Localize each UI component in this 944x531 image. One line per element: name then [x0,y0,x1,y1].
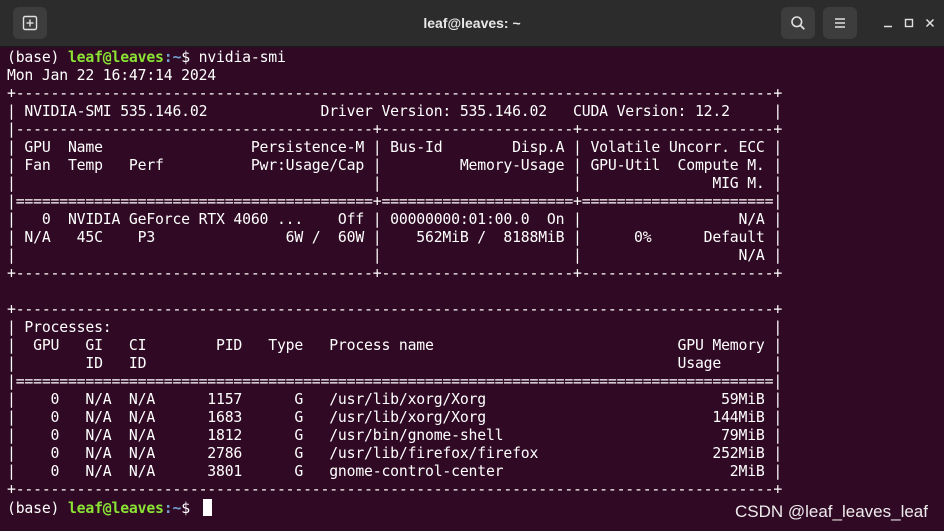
output-line: |=======================================… [7,373,783,390]
output-line: | 0 N/A N/A 1683 G /usr/lib/xorg/Xorg 14… [7,409,783,426]
output-line: | 0 N/A N/A 3801 G gnome-control-center … [7,463,783,480]
maximize-icon [904,18,914,28]
output-line: | NVIDIA-SMI 535.146.02 Driver Version: … [7,103,783,120]
new-tab-button[interactable] [13,7,47,39]
output-line: |---------------------------------------… [7,121,783,138]
prompt-symbol: $ [181,49,199,66]
output-line: | Processes: | [7,319,783,336]
output-line: | GPU Name Persistence-M | Bus-Id Disp.A… [7,139,783,156]
menu-button[interactable] [823,7,857,39]
new-tab-icon [22,15,38,31]
prompt-line-current: (base) leaf@leaves:~$ [7,499,782,517]
output-line: | 0 N/A N/A 1157 G /usr/lib/xorg/Xorg 59… [7,391,783,408]
close-icon [925,18,935,28]
command-text: nvidia-smi [198,49,286,66]
title-bar: leaf@leaves: ~ [0,0,944,47]
prompt-path: :~ [163,500,182,517]
output-line: | 0 N/A N/A 2786 G /usr/lib/firefox/fire… [7,445,783,462]
output-line: +---------------------------------------… [7,301,783,318]
output-line: | | | MIG M. | [7,175,783,192]
output-line: +---------------------------------------… [7,481,783,498]
terminal-output: (base) leaf@leaves:~$ nvidia-smi Mon Jan… [7,49,782,517]
text-cursor [202,499,212,516]
terminal-area[interactable]: (base) leaf@leaves:~$ nvidia-smi Mon Jan… [0,47,944,531]
output-line: +---------------------------------------… [7,85,783,102]
search-icon [791,16,805,30]
search-button[interactable] [781,7,815,39]
menu-icon [835,18,845,28]
output-line: | N/A 45C P3 6W / 60W | 562MiB / 8188MiB… [7,229,783,246]
command-output: Mon Jan 22 16:47:14 2024 +---------------… [7,67,782,499]
output-line: | ID ID Usage | [7,355,783,372]
output-line: | GPU GI CI PID Type Process name GPU Me… [7,337,783,354]
output-line: +---------------------------------------… [7,265,783,282]
prompt-env: (base) [7,49,68,66]
prompt-symbol: $ [181,500,199,517]
prompt-user-host: leaf@leaves [67,49,164,66]
output-line: | Fan Temp Perf Pwr:Usage/Cap | Memory-U… [7,157,783,174]
output-line: | | | N/A | [7,247,783,264]
watermark: CSDN @leaf_leaves_leaf [734,502,928,521]
output-line: |=======================================… [7,193,783,210]
output-line: | 0 N/A N/A 1812 G /usr/bin/gnome-shell … [7,427,783,444]
prompt-line-command: (base) leaf@leaves:~$ nvidia-smi [7,49,782,67]
minimize-icon [884,25,892,28]
prompt-user-host: leaf@leaves [67,500,164,517]
output-line: Mon Jan 22 16:47:14 2024 [7,67,217,84]
prompt-path: :~ [163,49,182,66]
output-line: | 0 NVIDIA GeForce RTX 4060 ... Off | 00… [7,211,783,228]
close-button[interactable] [915,8,944,38]
prompt-env: (base) [7,500,68,517]
